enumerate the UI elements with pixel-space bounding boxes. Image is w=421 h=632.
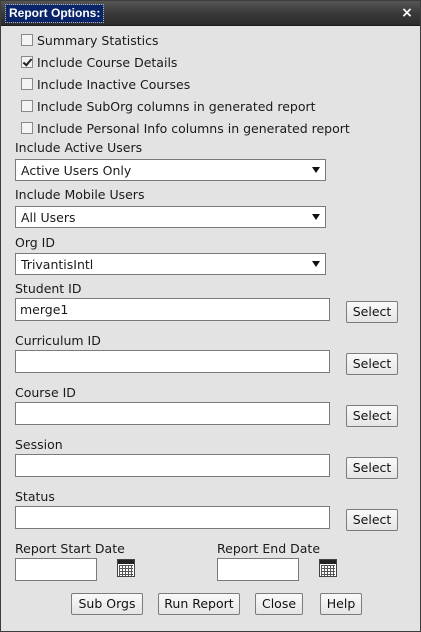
session-input[interactable] [15,454,330,477]
title-bar[interactable]: Report Options: × [1,1,420,26]
checkbox-row-include-course-details[interactable]: Include Course Details [21,53,177,71]
active-users-value: Active Users Only [21,163,132,178]
active-users-select[interactable]: Active Users Only [15,159,326,181]
org-id-label: Org ID [15,235,55,250]
report-options-dialog: Report Options: × Summary Statistics Inc… [0,0,421,632]
report-end-date-label: Report End Date [217,541,321,556]
chevron-down-icon [312,214,320,220]
course-id-select-button[interactable]: Select [346,405,398,427]
calendar-icon-grid [321,565,335,576]
calendar-icon-grid [119,565,133,576]
chevron-down-icon [312,167,320,173]
mobile-users-select[interactable]: All Users [15,206,326,228]
checkbox-label: Include SubOrg columns in generated repo… [37,98,316,114]
checkbox-label: Include Course Details [37,54,178,70]
calendar-icon[interactable] [319,559,337,577]
status-input[interactable] [15,506,330,529]
report-start-date-label: Report Start Date [15,541,125,556]
chevron-down-icon [312,261,320,267]
session-select-button[interactable]: Select [346,457,398,479]
status-label: Status [15,489,55,504]
status-select-button[interactable]: Select [346,509,398,531]
close-button[interactable]: Close [255,593,303,615]
help-button[interactable]: Help [320,593,362,615]
mobile-users-label: Include Mobile Users [15,187,145,202]
checkbox-label: Include Inactive Courses [37,76,191,92]
mobile-users-value: All Users [21,210,76,225]
include-personal-info-checkbox[interactable] [21,122,33,134]
checkbox-label: Summary Statistics [37,32,159,48]
calendar-icon-header [118,560,134,564]
include-suborg-columns-checkbox[interactable] [21,100,33,112]
report-end-date-input[interactable] [217,558,299,581]
student-id-select-button[interactable]: Select [346,301,398,323]
active-users-label: Include Active Users [15,140,143,155]
curriculum-id-select-button[interactable]: Select [346,353,398,375]
org-id-select[interactable]: TrivantisIntl [15,253,326,275]
dialog-title: Report Options: [4,4,105,23]
checkbox-row-include-suborg-columns[interactable]: Include SubOrg columns in generated repo… [21,97,316,115]
include-course-details-checkbox[interactable] [21,56,33,68]
summary-statistics-checkbox[interactable] [21,34,33,46]
curriculum-id-label: Curriculum ID [15,333,101,348]
run-report-button[interactable]: Run Report [158,593,240,615]
course-id-label: Course ID [15,385,76,400]
course-id-input[interactable] [15,402,330,425]
session-label: Session [15,437,63,452]
calendar-icon[interactable] [117,559,135,577]
report-start-date-input[interactable] [15,558,97,581]
org-id-value: TrivantisIntl [21,257,94,272]
student-id-input[interactable]: merge1 [15,298,330,321]
calendar-icon-header [320,560,336,564]
sub-orgs-button[interactable]: Sub Orgs [71,593,143,615]
curriculum-id-input[interactable] [15,350,330,373]
student-id-label: Student ID [15,281,82,296]
include-inactive-courses-checkbox[interactable] [21,78,33,90]
checkbox-row-include-personal-info[interactable]: Include Personal Info columns in generat… [21,119,350,137]
checkbox-row-summary-statistics[interactable]: Summary Statistics [21,31,159,49]
checkbox-label: Include Personal Info columns in generat… [37,120,350,136]
close-icon[interactable]: × [400,5,414,21]
checkbox-row-include-inactive-courses[interactable]: Include Inactive Courses [21,75,190,93]
